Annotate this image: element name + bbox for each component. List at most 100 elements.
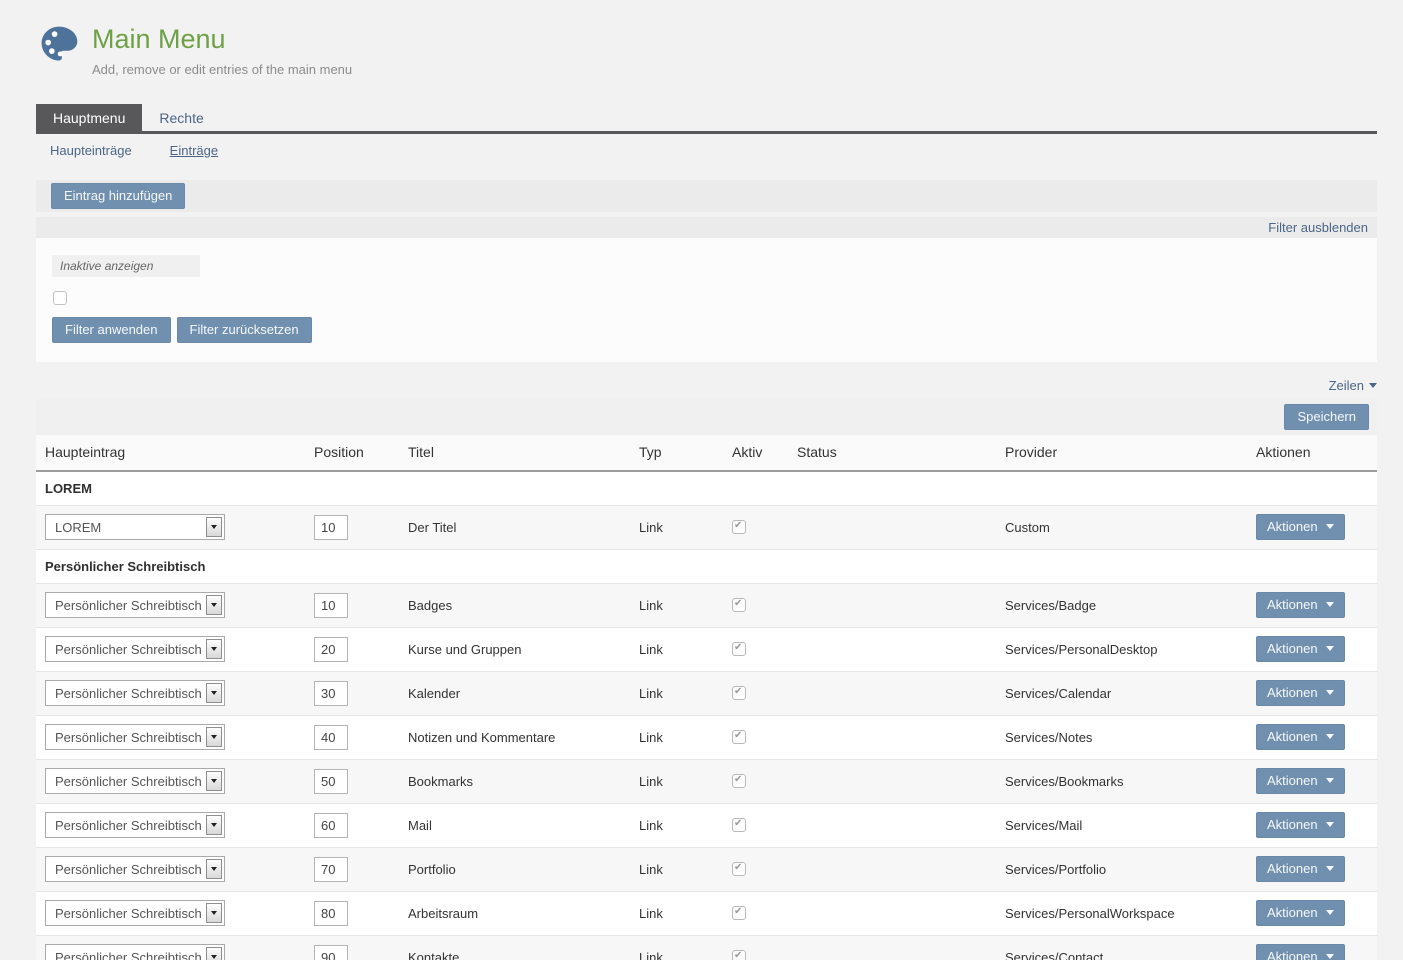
column-header-position: Position (314, 435, 408, 471)
aktiv-checkbox[interactable] (732, 862, 746, 876)
row-actions-button[interactable]: Aktionen (1256, 636, 1345, 662)
position-input[interactable] (314, 637, 348, 662)
parent-select[interactable]: Persönlicher Schreibtisch (45, 812, 225, 838)
position-input[interactable] (314, 515, 348, 540)
aktiv-checkbox[interactable] (732, 730, 746, 744)
position-input[interactable] (314, 945, 348, 960)
parent-select-value: Persönlicher Schreibtisch (46, 906, 202, 921)
position-input[interactable] (314, 681, 348, 706)
row-actions-button[interactable]: Aktionen (1256, 514, 1345, 540)
position-input[interactable] (314, 857, 348, 882)
parent-select[interactable]: Persönlicher Schreibtisch (45, 592, 225, 618)
filter-panel: Inaktive anzeigen Filter anwenden Filter… (36, 238, 1377, 362)
dropdown-arrow-icon[interactable] (206, 903, 222, 923)
dropdown-arrow-icon[interactable] (206, 727, 222, 747)
row-actions-button[interactable]: Aktionen (1256, 900, 1345, 926)
apply-filter-button[interactable]: Filter anwenden (52, 317, 171, 343)
dropdown-arrow-icon[interactable] (206, 639, 222, 659)
parent-select[interactable]: Persönlicher Schreibtisch (45, 680, 225, 706)
position-input[interactable] (314, 901, 348, 926)
typ-cell: Link (639, 583, 732, 627)
caret-down-icon (1326, 524, 1334, 529)
position-input[interactable] (314, 725, 348, 750)
position-input[interactable] (314, 769, 348, 794)
status-cell (797, 803, 1005, 847)
titel-cell: Badges (408, 583, 639, 627)
group-label: Persönlicher Schreibtisch (36, 549, 1377, 583)
palette-icon (36, 22, 82, 66)
subtab-eintraege[interactable]: Einträge (170, 143, 218, 158)
rows-dropdown[interactable]: Zeilen (1329, 378, 1377, 393)
caret-down-icon (1326, 822, 1334, 827)
provider-cell: Services/PersonalWorkspace (1005, 891, 1256, 935)
provider-cell: Services/Badge (1005, 583, 1256, 627)
titel-cell: Kontakte (408, 935, 639, 960)
parent-select[interactable]: Persönlicher Schreibtisch (45, 856, 225, 882)
parent-select[interactable]: Persönlicher Schreibtisch (45, 636, 225, 662)
subtab-haupteintraege[interactable]: Haupteinträge (50, 143, 132, 158)
tab-hauptmenu[interactable]: Hauptmenu (36, 104, 142, 131)
table-body: LOREM LOREM Der Titel Link Custom Aktion… (36, 471, 1377, 960)
parent-select-value: Persönlicher Schreibtisch (46, 818, 202, 833)
table-row: Persönlicher Schreibtisch Kalender Link … (36, 671, 1377, 715)
parent-select[interactable]: Persönlicher Schreibtisch (45, 768, 225, 794)
page-subtitle: Add, remove or edit entries of the main … (92, 62, 352, 77)
dropdown-arrow-icon[interactable] (206, 771, 222, 791)
inactive-checkbox[interactable] (53, 291, 67, 305)
aktiv-checkbox[interactable] (732, 520, 746, 534)
dropdown-arrow-icon[interactable] (206, 683, 222, 703)
column-header-typ: Typ (639, 435, 732, 471)
position-input[interactable] (314, 593, 348, 618)
row-actions-button-label: Aktionen (1267, 817, 1321, 832)
aktiv-checkbox[interactable] (732, 818, 746, 832)
tab-rechte[interactable]: Rechte (142, 104, 220, 131)
row-actions-button[interactable]: Aktionen (1256, 768, 1345, 794)
aktiv-checkbox[interactable] (732, 950, 746, 960)
aktiv-checkbox[interactable] (732, 774, 746, 788)
parent-select[interactable]: Persönlicher Schreibtisch (45, 900, 225, 926)
app-titles: Main Menu Add, remove or edit entries of… (92, 22, 352, 77)
aktiv-checkbox[interactable] (732, 642, 746, 656)
parent-select-value: Persönlicher Schreibtisch (46, 950, 202, 960)
typ-cell: Link (639, 891, 732, 935)
table-row: Persönlicher Schreibtisch Mail Link Serv… (36, 803, 1377, 847)
aktiv-checkbox[interactable] (732, 598, 746, 612)
dropdown-arrow-icon[interactable] (206, 947, 222, 960)
parent-select[interactable]: Persönlicher Schreibtisch (45, 944, 225, 960)
row-actions-button[interactable]: Aktionen (1256, 812, 1345, 838)
provider-cell: Services/Bookmarks (1005, 759, 1256, 803)
dropdown-arrow-icon[interactable] (206, 815, 222, 835)
parent-select-value: Persönlicher Schreibtisch (46, 774, 202, 789)
row-actions-button[interactable]: Aktionen (1256, 944, 1345, 960)
column-header-haupteintrag: Haupteintrag (36, 435, 314, 471)
inactive-filter-label: Inaktive anzeigen (52, 255, 200, 277)
save-button[interactable]: Speichern (1284, 404, 1369, 430)
provider-cell: Services/PersonalDesktop (1005, 627, 1256, 671)
aktiv-checkbox[interactable] (732, 686, 746, 700)
entries-table-box: Speichern Haupteintrag Position Titel Ty… (36, 399, 1377, 960)
row-actions-button-label: Aktionen (1267, 519, 1321, 534)
hide-filter-link[interactable]: Filter ausblenden (1268, 220, 1368, 235)
parent-select-value: Persönlicher Schreibtisch (46, 598, 202, 613)
typ-cell: Link (639, 671, 732, 715)
dropdown-arrow-icon[interactable] (206, 595, 222, 615)
row-actions-button[interactable]: Aktionen (1256, 856, 1345, 882)
row-actions-button[interactable]: Aktionen (1256, 724, 1345, 750)
provider-cell: Services/Notes (1005, 715, 1256, 759)
status-cell (797, 935, 1005, 960)
row-actions-button[interactable]: Aktionen (1256, 592, 1345, 618)
position-input[interactable] (314, 813, 348, 838)
filter-header-bar: Filter ausblenden (36, 217, 1377, 238)
titel-cell: Notizen und Kommentare (408, 715, 639, 759)
dropdown-arrow-icon[interactable] (206, 859, 222, 879)
row-actions-button-label: Aktionen (1267, 597, 1321, 612)
add-entry-button[interactable]: Eintrag hinzufügen (51, 183, 185, 209)
caret-down-icon (1369, 383, 1377, 388)
reset-filter-button[interactable]: Filter zurücksetzen (177, 317, 312, 343)
row-actions-button[interactable]: Aktionen (1256, 680, 1345, 706)
parent-select[interactable]: LOREM (45, 514, 225, 540)
aktiv-checkbox[interactable] (732, 906, 746, 920)
table-row: Persönlicher Schreibtisch Notizen und Ko… (36, 715, 1377, 759)
dropdown-arrow-icon[interactable] (206, 517, 222, 537)
parent-select[interactable]: Persönlicher Schreibtisch (45, 724, 225, 750)
